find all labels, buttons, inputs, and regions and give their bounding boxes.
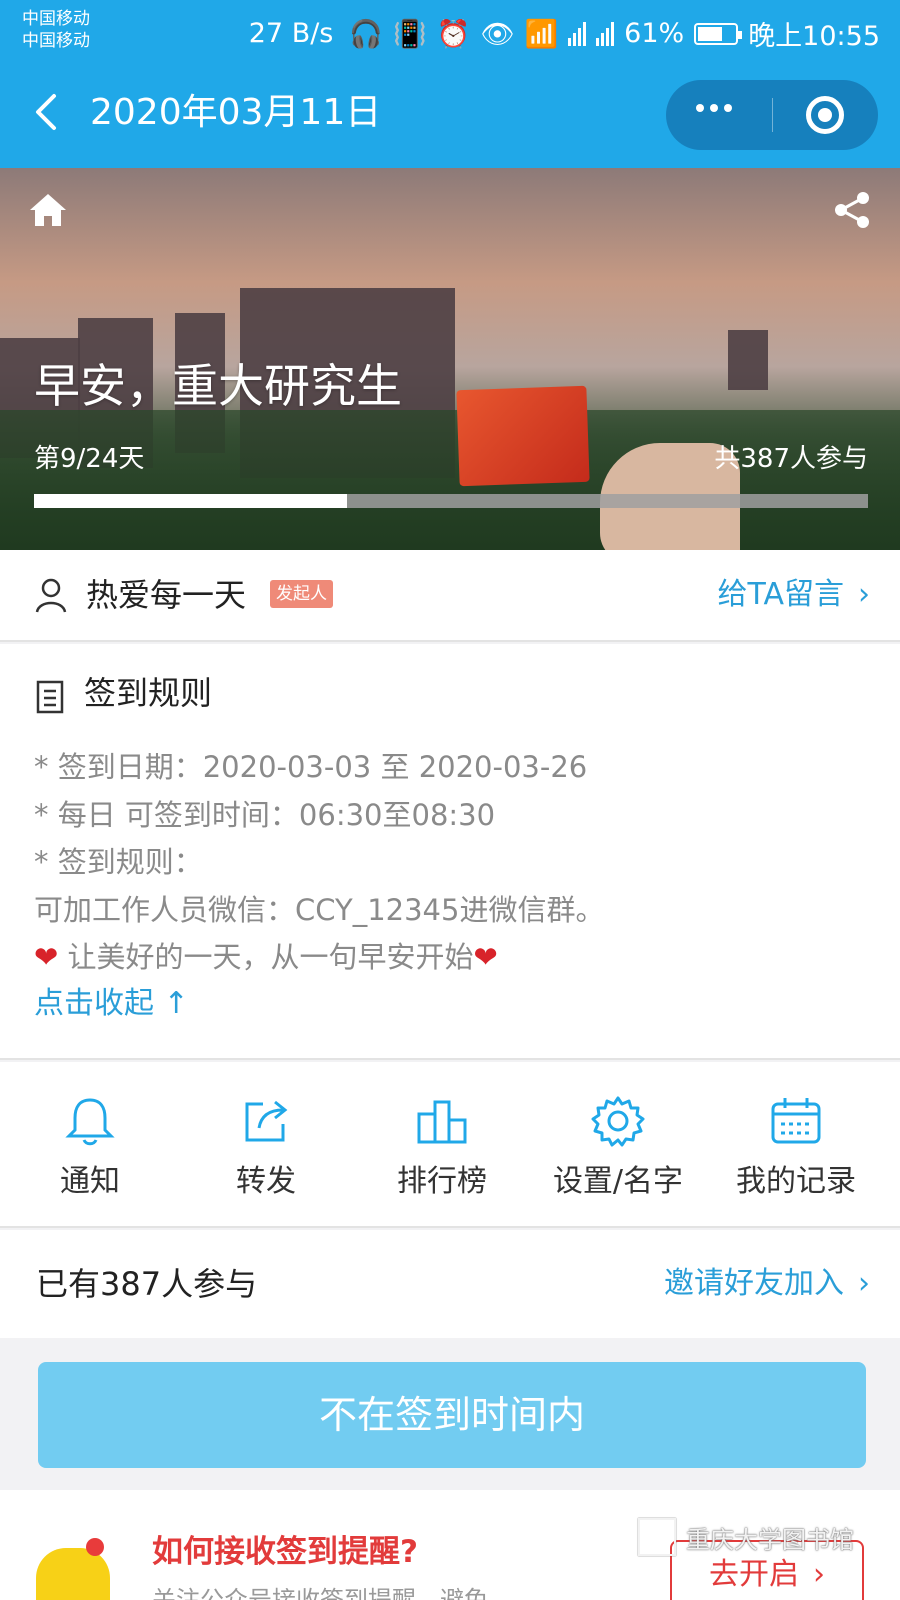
library-logo-icon [638, 1518, 676, 1556]
hero-headline: 早安，重大研究生 [34, 359, 402, 413]
rule-line-rules: * 签到规则： [34, 845, 203, 879]
carrier-info: 中国移动 中国移动 [22, 8, 90, 52]
leave-message-label: 给TA留言 [717, 577, 844, 612]
action-bar: 通知 转发 排行榜 设置/名字 我的记录 [0, 1062, 900, 1228]
rule-line-time: * 每日 可签到时间：06:30至08:30 [34, 797, 496, 832]
eye-icon: 👁 [480, 18, 515, 50]
rule-line-date: * 签到日期：2020-03-03 至 2020-03-26 [34, 750, 588, 784]
reminder-title: 如何接收签到提醒? [152, 1534, 418, 1570]
leave-message-link[interactable]: 给TA留言 › [717, 574, 870, 616]
status-bar: 中国移动 中国移动 27 B/s 🎧 📳 ⏰ 👁 📶 61% 晚上10:55 [0, 0, 900, 62]
day-progress-label: 第9/24天 [34, 444, 145, 474]
signal-4g-icon [568, 21, 587, 46]
reminder-subtitle: 关注公众号接收签到提醒，避免 [152, 1586, 488, 1600]
reminder-bell-icon [36, 1548, 110, 1600]
progress-bar [34, 494, 868, 508]
action-records-label: 我的记录 [736, 1164, 856, 1199]
capsule-divider [772, 98, 773, 132]
heart-icon: ❤ [473, 940, 498, 974]
share-arrow-icon [245, 1100, 288, 1142]
participants-row: 已有387人参与 邀请好友加入 › [0, 1230, 900, 1338]
clock: 晚上10:55 [748, 21, 880, 52]
wifi-icon: 📶 [524, 18, 559, 50]
action-forward[interactable]: 转发 [176, 1062, 356, 1228]
close-miniprogram-icon[interactable] [806, 96, 844, 134]
rules-heading: 签到规则 [84, 674, 213, 712]
action-forward-label: 转发 [236, 1164, 296, 1199]
hero-banner: 早安，重大研究生 第9/24天 共387人参与 [0, 168, 900, 550]
rules-body: * 签到日期：2020-03-03 至 2020-03-26 * 每日 可签到时… [34, 744, 874, 982]
progress-bar-fill [34, 494, 347, 508]
rule-line-slogan: ❤ 让美好的一天，从一句早安开始❤ [34, 934, 874, 982]
initiator-name: 热爱每一天 [86, 576, 247, 614]
miniprogram-capsule [666, 80, 878, 150]
battery-icon [694, 22, 743, 45]
back-arrow-icon[interactable] [30, 92, 66, 132]
headset-icon: 🎧 [349, 18, 384, 50]
hero-card-image [456, 385, 590, 487]
rules-section: 签到规则 * 签到日期：2020-03-03 至 2020-03-26 * 每日… [0, 644, 900, 1060]
carrier-1: 中国移动 [22, 9, 90, 29]
action-settings-label: 设置/名字 [552, 1164, 684, 1199]
background-trees [0, 410, 900, 550]
action-ranking-label: 排行榜 [397, 1164, 487, 1199]
page-title: 2020年03月11日 [90, 92, 382, 133]
alarm-icon: ⏰ [436, 18, 471, 50]
more-icon[interactable] [696, 104, 732, 112]
action-notify[interactable]: 通知 [0, 1062, 180, 1228]
initiator-row: 热爱每一天 发起人 给TA留言 › [0, 550, 900, 642]
action-records[interactable]: 我的记录 [706, 1062, 886, 1228]
bell-icon [65, 1098, 115, 1146]
battery-percent: 61% [624, 18, 685, 49]
signal-2g-icon [596, 21, 615, 46]
initiator-badge: 发起人 [270, 580, 333, 608]
action-ranking[interactable]: 排行榜 [352, 1062, 532, 1228]
action-settings[interactable]: 设置/名字 [528, 1062, 708, 1228]
watermark-text: 重庆大学图书馆 [686, 1525, 854, 1554]
invite-friends-link[interactable]: 邀请好友加入 › [664, 1262, 870, 1306]
podium-icon [417, 1100, 467, 1144]
collapse-link[interactable]: 点击收起 ↑ [34, 978, 189, 1022]
notification-dot [86, 1538, 104, 1556]
status-indicators: 27 B/s 🎧 📳 ⏰ 👁 📶 61% 晚上10:55 [249, 14, 880, 53]
share-icon[interactable] [832, 190, 872, 230]
user-icon [35, 578, 67, 613]
heart-icon: ❤ [34, 940, 59, 974]
top-bar: 中国移动 中国移动 27 B/s 🎧 📳 ⏰ 👁 📶 61% 晚上10:55 2… [0, 0, 900, 168]
chevron-right-icon: › [858, 1266, 870, 1301]
enable-reminder-label: 去开启 [709, 1557, 799, 1592]
document-icon [36, 680, 64, 714]
vibrate-icon: 📳 [393, 18, 427, 50]
watermark: 重庆大学图书馆 [638, 1518, 854, 1556]
network-speed: 27 B/s [248, 18, 334, 49]
participant-count-label: 共387人参与 [714, 444, 868, 474]
chevron-right-icon: › [858, 577, 870, 612]
action-notify-label: 通知 [60, 1164, 120, 1199]
background-building [728, 330, 768, 390]
nav-bar: 2020年03月11日 [0, 78, 900, 150]
carrier-2: 中国移动 [22, 31, 90, 51]
participants-count: 已有387人参与 [36, 1265, 258, 1303]
invite-friends-label: 邀请好友加入 [664, 1266, 844, 1301]
calendar-icon [771, 1098, 821, 1144]
home-icon[interactable] [28, 190, 68, 230]
gear-icon [591, 1096, 645, 1147]
rule-line-wechat: 可加工作人员微信：CCY_12345进微信群。 [34, 892, 605, 927]
slogan-text: 让美好的一天，从一句早安开始 [67, 940, 474, 974]
signin-button[interactable]: 不在签到时间内 [38, 1362, 866, 1468]
